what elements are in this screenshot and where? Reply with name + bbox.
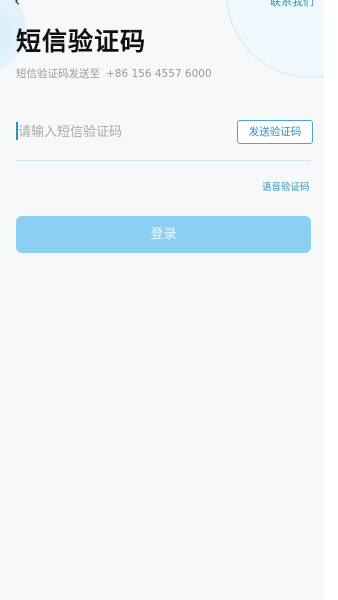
- login-button[interactable]: 登录: [16, 216, 311, 253]
- right-edge-strip: [324, 0, 338, 600]
- sms-code-input[interactable]: [18, 119, 218, 145]
- decorative-circle-right: [226, 0, 324, 78]
- send-code-button[interactable]: 发送验证码: [237, 120, 313, 144]
- back-arrow-icon[interactable]: ‹: [14, 0, 28, 9]
- phone-number: +86 156 4557 6000: [106, 68, 212, 80]
- sms-verification-screen: ‹ 联系我们 短信验证码 短信验证码发送至 +86 156 4557 6000 发…: [0, 0, 324, 600]
- page-title: 短信验证码: [16, 27, 147, 56]
- voice-code-link[interactable]: 语音验证码: [262, 179, 310, 193]
- top-right-link[interactable]: 联系我们: [270, 0, 314, 9]
- page-subtitle: 短信验证码发送至 +86 156 4557 6000: [16, 66, 212, 81]
- input-divider: [16, 160, 311, 161]
- code-input-row: 发送验证码: [16, 116, 313, 148]
- subtitle-prefix: 短信验证码发送至: [16, 68, 100, 80]
